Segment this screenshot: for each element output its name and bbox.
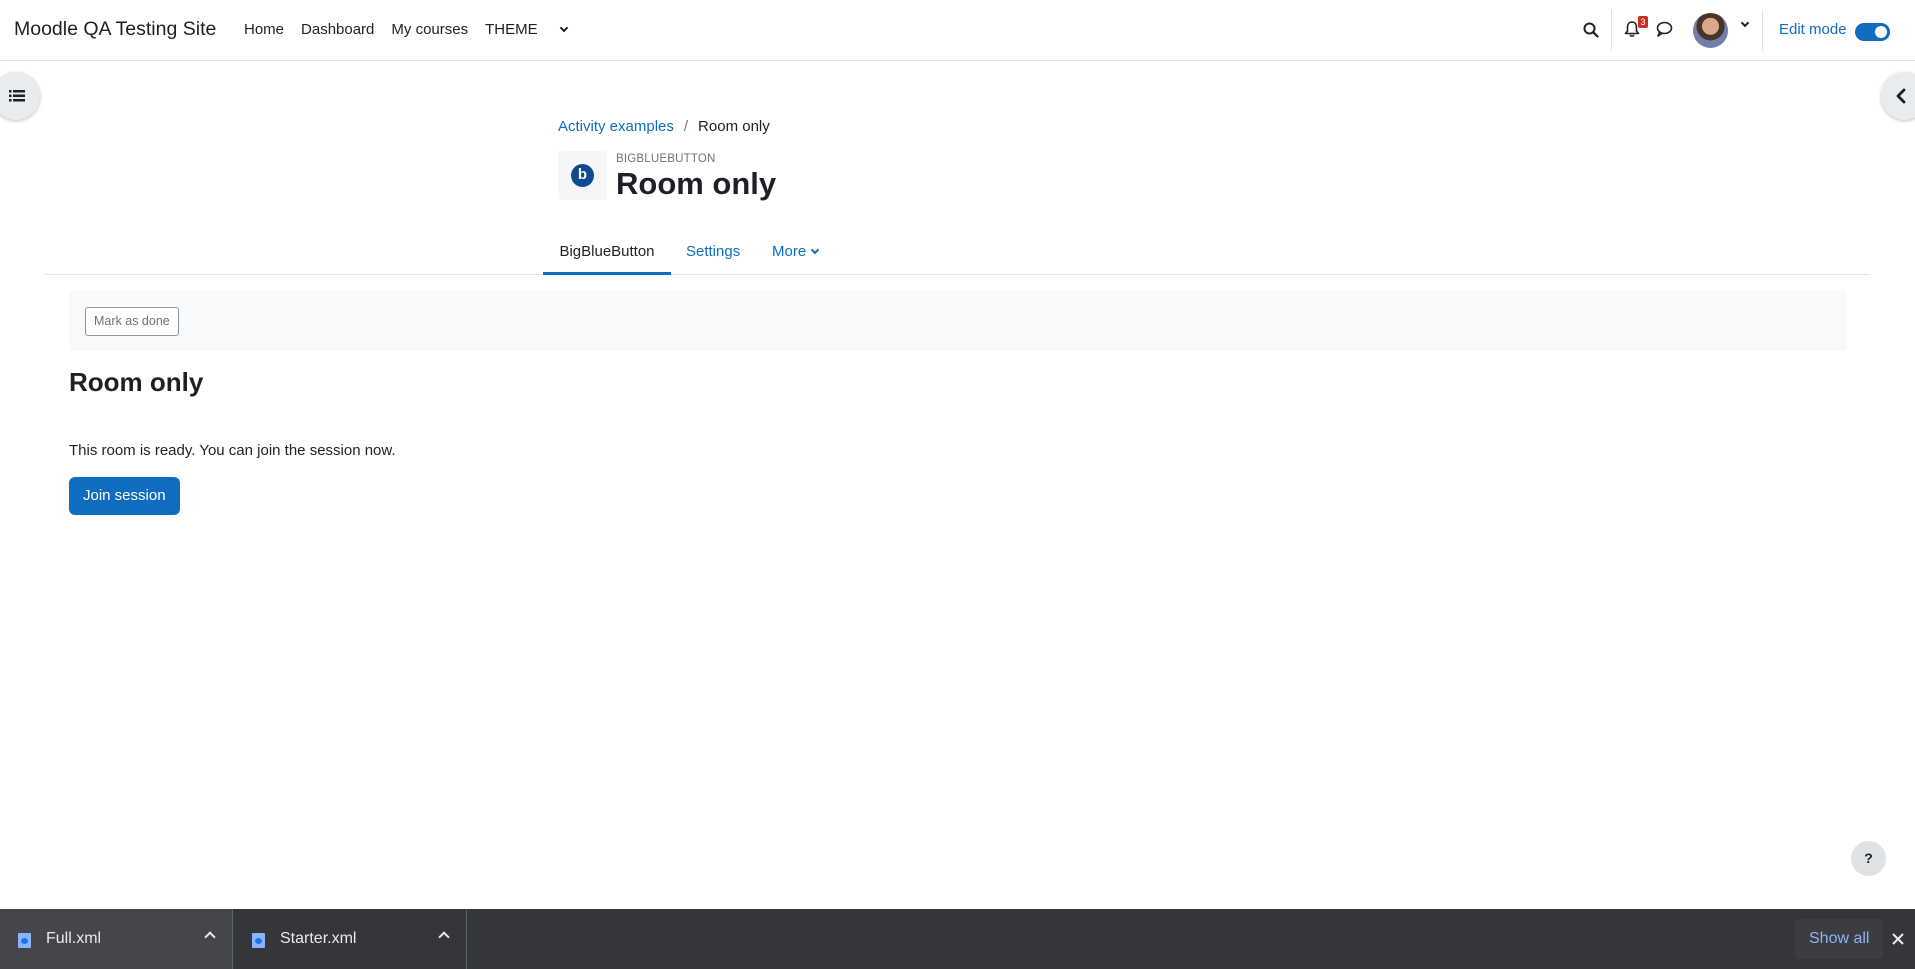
- activity-completion-panel: Mark as done: [69, 291, 1847, 351]
- nav-theme-label: THEME: [485, 21, 538, 38]
- user-menu-chevron-down-icon[interactable]: [1740, 18, 1750, 28]
- help-button[interactable]: ?: [1851, 841, 1886, 876]
- open-course-index-button[interactable]: [0, 72, 40, 120]
- chevron-up-icon[interactable]: [204, 931, 216, 943]
- notification-count-badge: 3: [1638, 16, 1648, 28]
- breadcrumb-parent-link[interactable]: Activity examples: [558, 118, 674, 135]
- download-filename: Starter.xml: [280, 930, 357, 947]
- navbar-divider: [1611, 10, 1612, 51]
- bigbluebutton-logo-icon: b: [571, 164, 594, 187]
- top-navbar: Moodle QA Testing Site Home Dashboard My…: [0, 0, 1915, 61]
- file-icon: [18, 933, 31, 948]
- nav-my-courses-link[interactable]: My courses: [391, 21, 468, 38]
- breadcrumb-current: Room only: [698, 118, 770, 135]
- tab-bigbluebutton[interactable]: BigBlueButton: [543, 233, 671, 275]
- show-all-downloads-link[interactable]: Show all: [1795, 919, 1884, 959]
- tab-settings[interactable]: Settings: [686, 243, 740, 260]
- mark-as-done-button[interactable]: Mark as done: [85, 307, 179, 336]
- nav-dashboard-link[interactable]: Dashboard: [301, 21, 374, 38]
- download-item[interactable]: Starter.xml: [234, 909, 467, 969]
- join-session-button[interactable]: Join session: [69, 477, 180, 515]
- chevron-left-icon: [1896, 88, 1906, 104]
- search-icon[interactable]: [1583, 22, 1599, 38]
- downloads-bar: Full.xml Starter.xml Show all: [0, 909, 1915, 969]
- site-brand[interactable]: Moodle QA Testing Site: [14, 18, 216, 41]
- navbar-divider: [1762, 10, 1763, 51]
- close-icon[interactable]: [1890, 931, 1906, 947]
- primary-navigation: Home Dashboard My courses THEME: [244, 21, 584, 38]
- tab-more-label: More: [772, 243, 807, 260]
- bigbluebutton-activity-icon: b: [558, 151, 607, 200]
- page-title: Room only: [616, 166, 777, 201]
- message-icon[interactable]: [1656, 21, 1673, 37]
- room-status-text: This room is ready. You can join the ses…: [69, 442, 396, 459]
- user-avatar[interactable]: [1693, 13, 1728, 48]
- chevron-down-icon: [559, 23, 568, 32]
- room-title: Room only: [69, 367, 204, 397]
- nav-theme-menu[interactable]: THEME: [485, 21, 568, 38]
- edit-mode-toggle[interactable]: [1855, 23, 1890, 41]
- breadcrumb-separator: /: [683, 118, 689, 135]
- edit-mode-label: Edit mode: [1779, 21, 1847, 38]
- open-block-drawer-button[interactable]: [1881, 72, 1915, 120]
- list-icon: [9, 90, 25, 102]
- file-icon: [252, 933, 265, 948]
- activity-type-label: BIGBLUEBUTTON: [616, 153, 716, 165]
- download-filename: Full.xml: [46, 930, 102, 947]
- tab-more[interactable]: More: [772, 243, 820, 260]
- chevron-down-icon: [810, 245, 820, 254]
- breadcrumb: Activity examples / Room only: [558, 118, 770, 135]
- chevron-up-icon[interactable]: [438, 931, 450, 943]
- download-item[interactable]: Full.xml: [0, 909, 233, 969]
- nav-home-link[interactable]: Home: [244, 21, 284, 38]
- secondary-navigation: BigBlueButton Settings More: [45, 224, 1870, 275]
